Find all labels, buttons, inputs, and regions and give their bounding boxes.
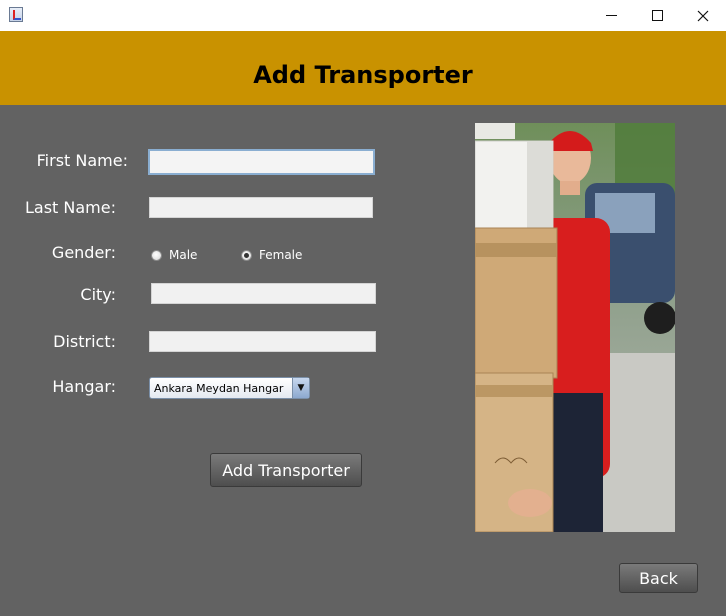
gender-female-label: Female (259, 248, 303, 262)
first-name-label: First Name: (36, 151, 128, 170)
district-input[interactable] (149, 331, 376, 352)
dropdown-arrow-icon[interactable]: ▼ (292, 378, 309, 398)
city-input[interactable] (151, 283, 376, 304)
back-button[interactable]: Back (619, 563, 698, 593)
hangar-select[interactable]: Ankara Meydan Hangar ▼ (149, 377, 310, 399)
transporter-photo (475, 123, 675, 532)
radio-checked-icon (241, 249, 252, 261)
gender-female-radio[interactable]: Female (241, 248, 302, 262)
maximize-icon (651, 10, 663, 21)
close-icon (697, 10, 709, 21)
maximize-button[interactable] (634, 0, 680, 31)
hangar-selected-value: Ankara Meydan Hangar (154, 381, 284, 395)
first-name-input[interactable] (148, 149, 375, 175)
java-app-icon (9, 7, 23, 22)
city-label: City: (80, 285, 116, 304)
radio-unchecked-icon (151, 249, 162, 261)
gender-male-radio[interactable]: Male (151, 248, 197, 262)
hangar-label: Hangar: (52, 377, 116, 396)
add-transporter-button[interactable]: Add Transporter (210, 453, 362, 487)
page-header: Add Transporter (0, 31, 726, 105)
gender-male-label: Male (169, 248, 198, 262)
minimize-button[interactable] (588, 0, 634, 31)
page-title: Add Transporter (253, 61, 473, 89)
last-name-input[interactable] (149, 197, 373, 218)
last-name-label: Last Name: (24, 198, 116, 217)
close-button[interactable] (680, 0, 726, 31)
district-label: District: (53, 332, 116, 351)
window-titlebar (0, 0, 726, 31)
gender-label: Gender: (51, 243, 116, 262)
minimize-icon (605, 15, 617, 16)
